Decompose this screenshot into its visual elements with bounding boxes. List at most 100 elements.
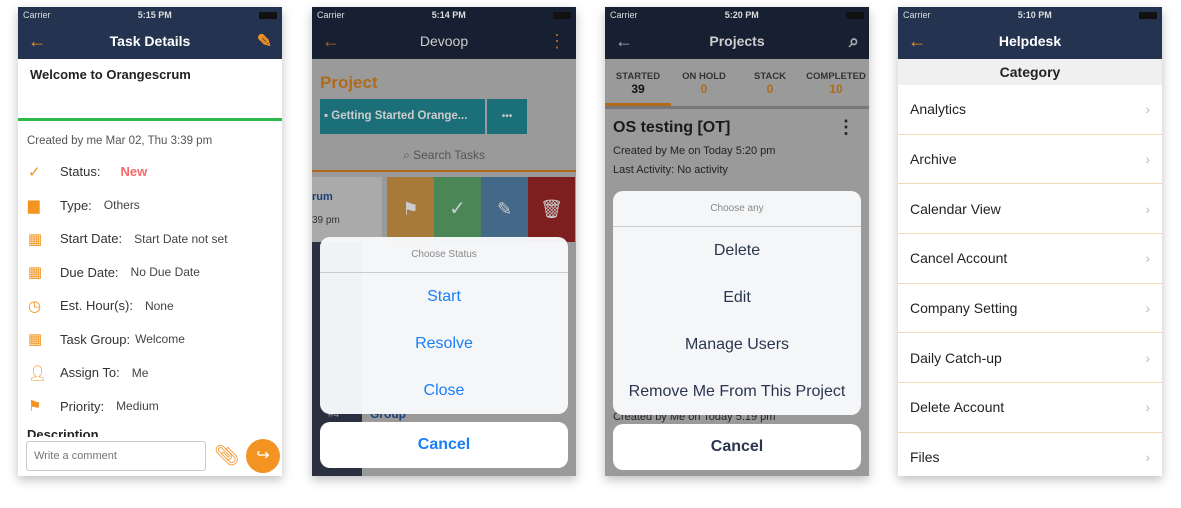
tab-started[interactable]: STARTED 39 bbox=[605, 59, 671, 106]
field-value: Me bbox=[131, 365, 149, 380]
tab-completed[interactable]: COMPLETED 10 bbox=[803, 59, 869, 106]
tab-count: 39 bbox=[631, 82, 645, 96]
category-list: Analytics › Archive › Calendar View › Cance… bbox=[898, 85, 1162, 476]
choose-status-sheet: Choose Status Start Resolve Close bbox=[320, 237, 568, 414]
item-label: Calendar View bbox=[910, 200, 1001, 217]
field-task-group[interactable]: ▦ Task Group: Welcome bbox=[18, 323, 282, 357]
chevron-right-icon: › bbox=[1145, 101, 1150, 118]
carrier: Carrier bbox=[610, 10, 638, 20]
option-delete[interactable]: Delete bbox=[613, 227, 861, 274]
project-card[interactable]: OS testing [OT] ⋮ Created by Me on Today… bbox=[605, 109, 869, 176]
project-tasks-screen: Carrier 5:14 PM ← Devoop ⋮ Project ▪ Gettin… bbox=[312, 7, 576, 476]
chevron-right-icon: › bbox=[1145, 349, 1150, 366]
tab-label: STACK bbox=[753, 71, 787, 82]
cancel-button[interactable]: Cancel bbox=[320, 422, 568, 468]
description-label: Description bbox=[27, 427, 99, 437]
tab-label: ON HOLD bbox=[682, 71, 726, 82]
category-item[interactable]: Delete Account › bbox=[898, 383, 1162, 433]
field-assign-to[interactable]: 👤︎ Assign To: Me bbox=[18, 356, 282, 390]
category-item[interactable]: Company Setting › bbox=[898, 284, 1162, 334]
back-arrow-icon[interactable]: ← bbox=[28, 31, 50, 52]
tab-count: 0 bbox=[700, 82, 708, 96]
field-value: Others bbox=[103, 198, 140, 213]
category-item[interactable]: Cancel Account › bbox=[898, 234, 1162, 284]
chevron-right-icon: › bbox=[1145, 200, 1150, 217]
cancel-button[interactable]: Cancel bbox=[613, 424, 861, 470]
calendar-icon: ▦ bbox=[28, 230, 43, 248]
search-placeholder: Search Tasks bbox=[413, 148, 485, 162]
chevron-right-icon: › bbox=[1145, 399, 1150, 416]
flag-action-button[interactable]: ⚑ bbox=[387, 177, 434, 242]
bg-task-title: rum bbox=[312, 191, 333, 203]
status-action-button[interactable]: ✓ bbox=[434, 177, 481, 242]
option-manage-users[interactable]: Manage Users bbox=[613, 321, 861, 368]
page-title: Helpdesk bbox=[998, 33, 1062, 49]
more-vertical-icon[interactable]: ⋮ bbox=[544, 31, 566, 52]
item-label: Company Setting bbox=[910, 300, 1018, 317]
bg-task-time: 39 pm bbox=[312, 215, 340, 226]
created-info: Created by Me on Today 5:20 pm bbox=[613, 145, 776, 157]
status-option-resolve[interactable]: Resolve bbox=[320, 320, 568, 367]
document-icon: ▆ bbox=[28, 197, 40, 215]
helpdesk-screen: Carrier 5:10 PM ← Helpdesk Category Analyt… bbox=[898, 7, 1162, 476]
status-option-close[interactable]: Close bbox=[320, 367, 568, 414]
project-more-button[interactable]: ••• bbox=[487, 99, 527, 134]
section-title: Project bbox=[320, 73, 378, 92]
back-arrow-icon[interactable]: ← bbox=[908, 31, 930, 52]
comment-bar: 📎︎ ↪ bbox=[18, 437, 282, 476]
field-label: Task Group: bbox=[60, 331, 131, 347]
search-tasks[interactable]: ⌕ Search Tasks bbox=[312, 148, 576, 172]
category-item[interactable]: Files › bbox=[898, 433, 1162, 476]
search-icon[interactable]: ⌕ bbox=[837, 31, 859, 52]
field-value: Medium bbox=[116, 399, 159, 414]
back-arrow-icon[interactable]: ← bbox=[615, 31, 637, 52]
category-item[interactable]: Archive › bbox=[898, 135, 1162, 185]
edit-pencil-icon[interactable]: ✎ bbox=[250, 31, 272, 52]
field-value: No Due Date bbox=[130, 265, 200, 280]
tab-on-hold[interactable]: ON HOLD 0 bbox=[671, 59, 737, 106]
item-label: Files bbox=[910, 449, 940, 466]
status-bar: Carrier 5:10 PM bbox=[898, 7, 1162, 23]
field-start-date[interactable]: ▦ Start Date: Start Date not set bbox=[18, 222, 282, 256]
calendar-icon: ▦ bbox=[28, 264, 43, 282]
option-remove-me[interactable]: Remove Me From This Project bbox=[613, 368, 861, 415]
send-reply-icon[interactable]: ↪ bbox=[246, 439, 280, 473]
chevron-right-icon: › bbox=[1145, 449, 1150, 466]
field-priority[interactable]: ⚑ Priority: Medium bbox=[18, 390, 282, 424]
status-option-start[interactable]: Start bbox=[320, 273, 568, 320]
delete-action-button[interactable]: 🗑︎ bbox=[528, 177, 575, 242]
choose-any-sheet: Choose any Delete Edit Manage Users Remo… bbox=[613, 191, 861, 415]
tab-stack[interactable]: STACK 0 bbox=[737, 59, 803, 106]
last-activity: Last Activity: No activity bbox=[613, 164, 728, 176]
field-type[interactable]: ▆ Type: Others bbox=[18, 189, 282, 223]
option-edit[interactable]: Edit bbox=[613, 274, 861, 321]
clock: 5:15 PM bbox=[137, 10, 172, 20]
more-vertical-icon[interactable]: ⋮ bbox=[837, 117, 855, 138]
project-selector-button[interactable]: ▪ Getting Started Orange... bbox=[320, 99, 485, 134]
check-icon: ✓ bbox=[28, 163, 41, 181]
field-status[interactable]: ✓ Status: New bbox=[18, 155, 282, 189]
page-title: Task Details bbox=[109, 33, 191, 49]
field-est-hours[interactable]: ◷ Est. Hour(s): None bbox=[18, 289, 282, 323]
projects-screen: Carrier 5:20 PM ← Projects ⌕ STARTED 39 ON H… bbox=[605, 7, 869, 476]
item-label: Cancel Account bbox=[910, 250, 1008, 267]
paperclip-icon[interactable]: 📎︎ bbox=[214, 443, 239, 468]
field-due-date[interactable]: ▦ Due Date: No Due Date bbox=[18, 256, 282, 290]
battery-icon bbox=[259, 11, 277, 19]
clock: 5:10 PM bbox=[1017, 10, 1052, 20]
category-item[interactable]: Calendar View › bbox=[898, 184, 1162, 235]
carrier: Carrier bbox=[903, 10, 931, 20]
battery-icon bbox=[846, 11, 864, 19]
grid-icon: ▦ bbox=[28, 331, 43, 349]
field-value: Welcome bbox=[135, 332, 185, 347]
comment-input[interactable] bbox=[26, 441, 206, 471]
tab-label: STARTED bbox=[615, 71, 661, 82]
battery-icon bbox=[1139, 11, 1157, 19]
category-item[interactable]: Daily Catch-up › bbox=[898, 333, 1162, 384]
item-label: Analytics bbox=[910, 101, 967, 118]
edit-action-button[interactable]: ✎ bbox=[481, 177, 528, 242]
category-item[interactable]: Analytics › bbox=[898, 85, 1162, 135]
back-arrow-icon[interactable]: ← bbox=[322, 31, 344, 52]
project-name: Getting Started Orange... bbox=[331, 110, 468, 122]
tab-count: 0 bbox=[766, 82, 774, 96]
